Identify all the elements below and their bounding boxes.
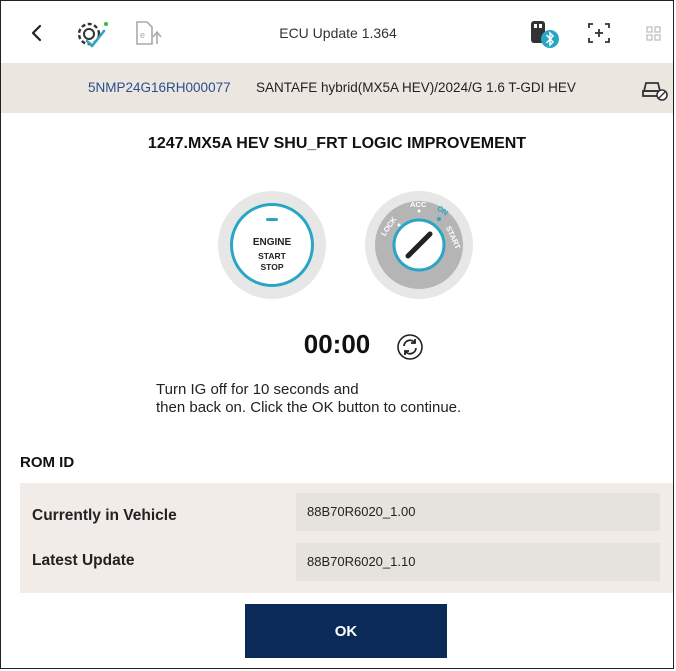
rom-id-panel: Currently in Vehicle 88B70R6020_1.00 Lat…	[20, 483, 673, 593]
current-version-value: 88B70R6020_1.00	[296, 493, 660, 531]
bluetooth-device-icon[interactable]	[527, 18, 563, 55]
grid-menu-icon[interactable]	[646, 26, 662, 47]
latest-version-value: 88B70R6020_1.10	[296, 543, 660, 581]
engine-indicator-icon	[266, 218, 278, 221]
engine-start-stop-button: ENGINE START STOP	[218, 191, 326, 299]
refresh-icon[interactable]	[396, 333, 424, 368]
top-bar: e ECU Update 1.364	[1, 1, 673, 63]
start-label: START	[258, 251, 286, 261]
ignition-acc-label: ACC	[410, 200, 427, 209]
rom-id-heading: ROM ID	[20, 454, 75, 471]
vin-text: 5NMP24G16RH000077	[88, 80, 231, 95]
timer-row: 00:00	[1, 329, 673, 360]
stop-label: STOP	[260, 262, 284, 272]
ignition-switch: LOCK ACC ON START	[363, 189, 475, 301]
current-version-label: Currently in Vehicle	[32, 507, 177, 524]
engine-label: ENGINE	[252, 237, 292, 248]
window-title: ECU Update 1.364	[279, 25, 397, 41]
app-window: e ECU Update 1.364 5NMP24G16RH000077 SAN…	[0, 0, 674, 669]
timer-value: 00:00	[303, 329, 371, 359]
latest-version-label: Latest Update	[32, 552, 135, 569]
instruction-text: Turn IG off for 10 seconds and then back…	[156, 381, 596, 417]
vehicle-info-bar: 5NMP24G16RH000077 SANTAFE hybrid(MX5A HE…	[1, 63, 673, 113]
instruction-line-2: then back on. Click the OK button to con…	[156, 399, 462, 416]
step-title: 1247.MX5A HEV SHU_FRT LOGIC IMPROVEMENT	[147, 135, 527, 152]
car-settings-icon[interactable]	[641, 77, 669, 106]
engine-button-face: ENGINE START STOP	[230, 203, 314, 287]
vehicle-description: SANTAFE hybrid(MX5A HEV)/2024/G 1.6 T-GD…	[256, 80, 576, 95]
instruction-line-1: Turn IG off for 10 seconds and	[156, 381, 359, 398]
capture-icon[interactable]	[586, 21, 612, 50]
ok-button[interactable]: OK	[245, 604, 447, 658]
